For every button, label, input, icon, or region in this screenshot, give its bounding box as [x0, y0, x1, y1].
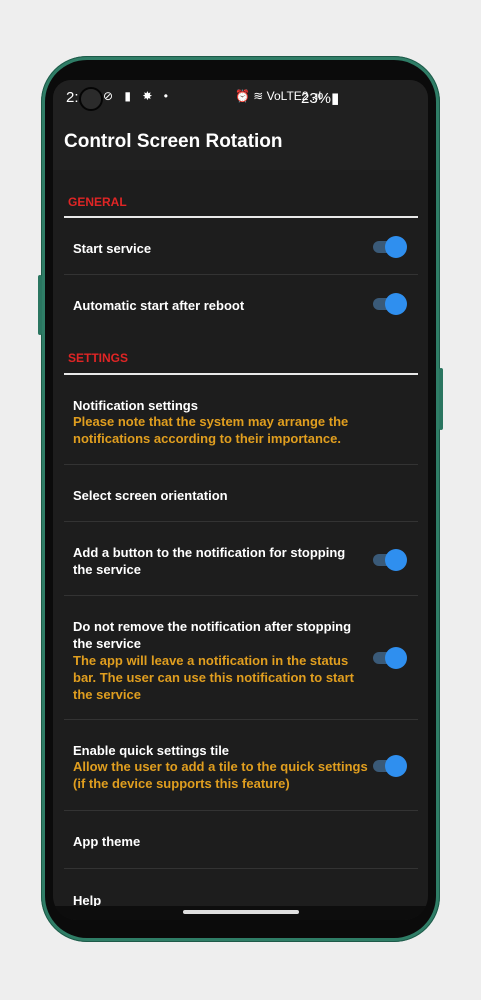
volume-button — [38, 275, 42, 335]
row-subtitle: Please note that the system may arrange … — [73, 414, 349, 446]
screen: 2: ⊘ ▮ ✸ • ⏰ ≋ VoLTE2 .ıl 23%▮ Control S… — [53, 80, 428, 920]
navigation-bar — [53, 906, 428, 920]
row-title: Enable quick settings tile — [73, 743, 230, 758]
row-title: Start service — [73, 241, 152, 256]
section-header-settings: SETTINGS — [68, 351, 129, 365]
row-title: Add a button to the notification for sto… — [73, 545, 346, 577]
home-gesture-bar[interactable] — [183, 910, 299, 914]
row-title: App theme — [73, 834, 141, 849]
divider — [64, 810, 418, 811]
divider — [64, 868, 418, 869]
add-button-toggle[interactable] — [373, 549, 407, 571]
row-title: Notification settings — [73, 398, 198, 413]
status-time: 2: — [66, 89, 79, 106]
camera-icon — [79, 87, 103, 111]
divider — [64, 719, 418, 720]
battery-indicator: 23%▮ — [301, 90, 340, 107]
divider — [64, 274, 418, 275]
section-header-general: GENERAL — [68, 195, 127, 209]
auto-start-toggle[interactable] — [373, 293, 407, 315]
divider — [64, 521, 418, 522]
app-bar: Control Screen Rotation — [53, 114, 428, 170]
row-subtitle: Allow the user to add a tile to the quic… — [73, 759, 368, 791]
notification-icons: ⊘ ▮ ✸ • — [103, 89, 172, 103]
divider — [64, 464, 418, 465]
start-service-toggle[interactable] — [373, 236, 407, 258]
power-button — [439, 368, 443, 430]
divider — [64, 595, 418, 596]
row-title: Do not remove the notification after sto… — [73, 619, 352, 651]
do-not-remove-toggle[interactable] — [373, 647, 407, 669]
quick-tile-toggle[interactable] — [373, 755, 407, 777]
section-divider — [64, 216, 418, 218]
row-title: Automatic start after reboot — [73, 298, 245, 313]
page-title: Control Screen Rotation — [64, 131, 283, 152]
row-title: Select screen orientation — [73, 488, 228, 503]
row-subtitle: The app will leave a notification in the… — [73, 653, 354, 702]
section-divider — [64, 373, 418, 375]
status-bar: 2: ⊘ ▮ ✸ • ⏰ ≋ VoLTE2 .ıl 23%▮ — [53, 80, 428, 114]
